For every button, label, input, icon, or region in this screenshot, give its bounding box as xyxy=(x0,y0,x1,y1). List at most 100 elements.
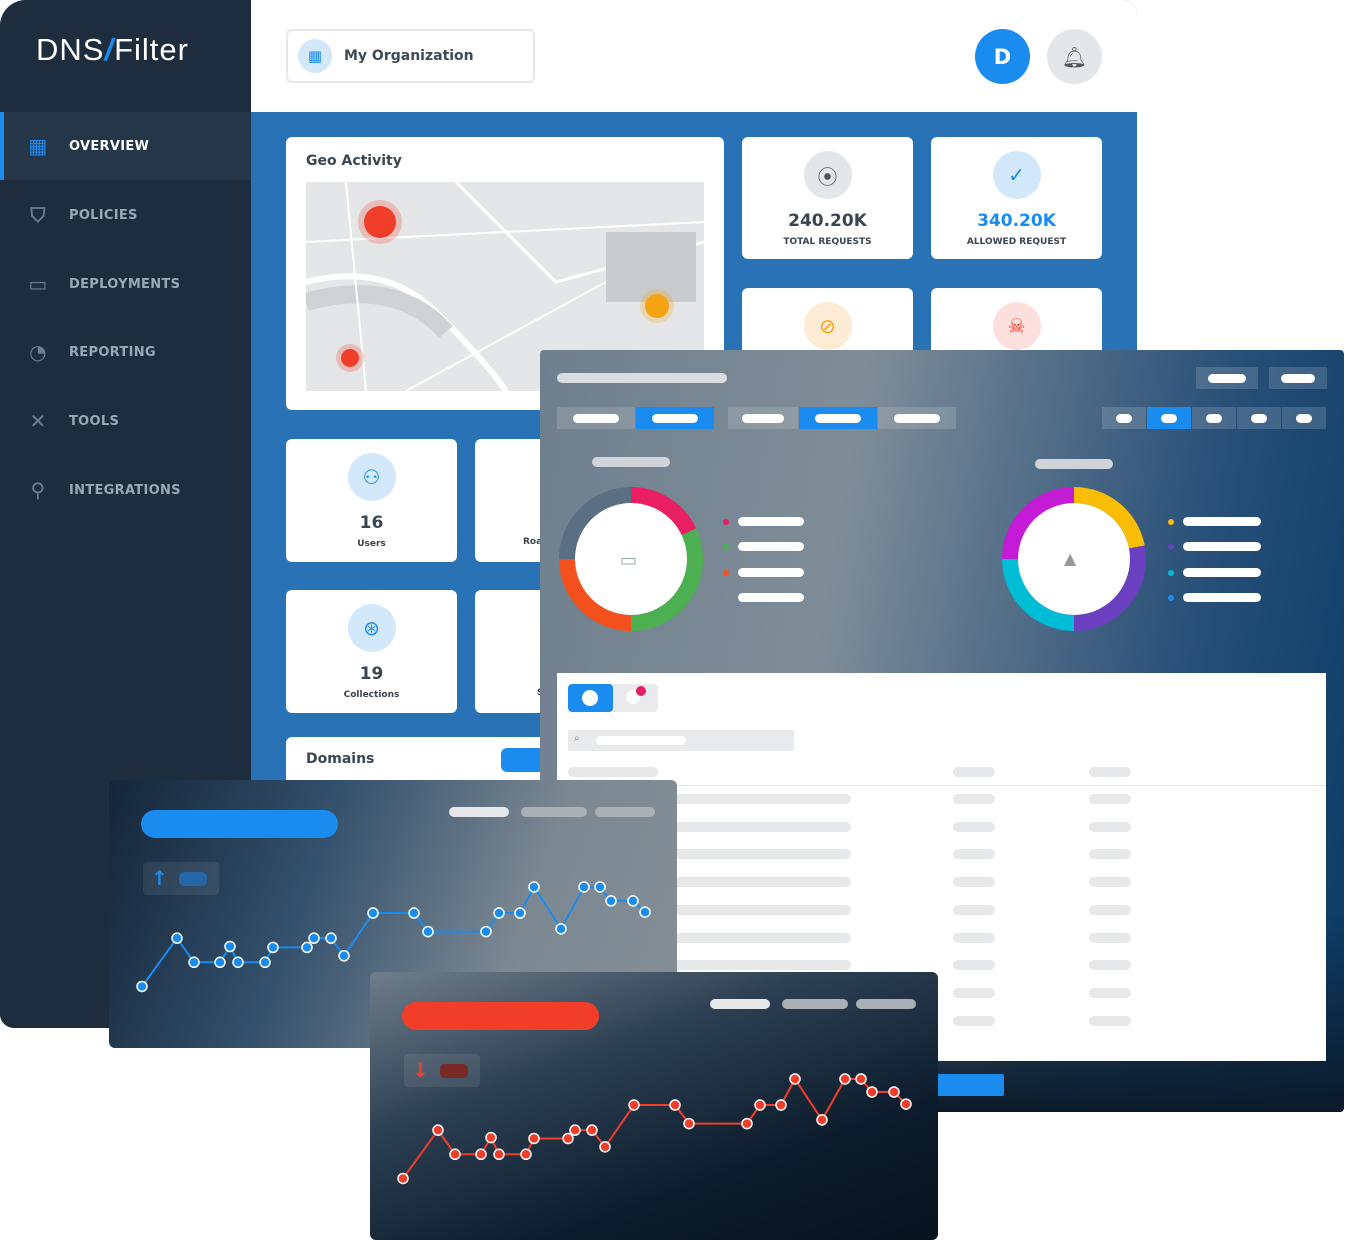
stat-card-allowed-request[interactable]: ✓ 340.20K ALLOWED REQUEST xyxy=(931,137,1102,259)
data-point[interactable] xyxy=(449,1148,461,1161)
data-point[interactable] xyxy=(520,1148,532,1161)
data-point[interactable] xyxy=(171,932,183,944)
data-point[interactable] xyxy=(325,932,337,944)
table-cell-placeholder xyxy=(1089,767,1131,777)
data-point[interactable] xyxy=(528,881,540,893)
hotspot-marker[interactable] xyxy=(364,206,396,238)
data-point[interactable] xyxy=(480,925,492,938)
tools-icon: ✕ xyxy=(29,409,47,433)
data-point[interactable] xyxy=(775,1099,787,1111)
data-point[interactable] xyxy=(605,895,617,907)
data-point[interactable] xyxy=(301,941,313,954)
data-point[interactable] xyxy=(555,923,567,935)
data-point[interactable] xyxy=(900,1098,912,1110)
data-point[interactable] xyxy=(669,1099,681,1111)
legend-item xyxy=(723,593,804,602)
data-point[interactable] xyxy=(267,941,279,954)
data-point[interactable] xyxy=(485,1131,497,1144)
table-cell-placeholder xyxy=(953,849,995,860)
shield-icon: ⛉ xyxy=(30,203,46,227)
sidebar-item-policies[interactable]: ⛉ POLICIES xyxy=(0,181,251,249)
data-point[interactable] xyxy=(432,1124,444,1136)
data-point[interactable] xyxy=(599,1141,611,1153)
sidebar-item-tools[interactable]: ✕ TOOLS xyxy=(0,387,251,455)
count-card-collections[interactable]: ⊛ 19 Collections xyxy=(286,590,457,713)
data-point[interactable] xyxy=(188,956,200,969)
data-point[interactable] xyxy=(475,1148,487,1161)
legend-item xyxy=(1168,517,1261,526)
sidebar-item-label: INTEGRATIONS xyxy=(69,482,181,498)
sidebar-item-label: OVERVIEW xyxy=(69,138,150,154)
data-point[interactable] xyxy=(683,1117,695,1130)
antenna-icon: ⦿ xyxy=(803,151,852,199)
data-point[interactable] xyxy=(627,895,639,907)
data-point[interactable] xyxy=(754,1099,766,1111)
org-selector[interactable]: ▦ My Organization xyxy=(286,29,535,83)
table-cell-placeholder xyxy=(1089,794,1131,804)
sidebar-item-overview[interactable]: ▦ OVERVIEW xyxy=(0,112,251,180)
data-point[interactable] xyxy=(888,1086,900,1098)
data-point[interactable] xyxy=(514,907,526,919)
data-point[interactable] xyxy=(308,932,320,944)
table-cell-placeholder xyxy=(1089,904,1131,915)
data-point[interactable] xyxy=(408,907,420,919)
sidebar-item-integrations[interactable]: ⚲ INTEGRATIONS xyxy=(0,456,251,524)
data-point[interactable] xyxy=(569,1124,581,1136)
data-point[interactable] xyxy=(741,1117,753,1130)
data-point[interactable] xyxy=(866,1086,878,1098)
data-point[interactable] xyxy=(789,1073,801,1085)
building-icon: ▦ xyxy=(298,39,332,73)
data-point[interactable] xyxy=(816,1114,828,1126)
data-point[interactable] xyxy=(586,1124,598,1136)
org-name: My Organization xyxy=(344,48,474,64)
card-title: Geo Activity xyxy=(306,153,402,169)
sidebar-item-reporting[interactable]: ◔ REPORTING xyxy=(0,318,251,386)
data-point[interactable] xyxy=(259,956,271,969)
data-point[interactable] xyxy=(578,881,590,893)
data-point[interactable] xyxy=(214,956,226,969)
data-point[interactable] xyxy=(562,1132,574,1145)
data-point[interactable] xyxy=(855,1073,867,1085)
table-cell-placeholder xyxy=(568,767,658,777)
legend-item xyxy=(723,568,804,577)
search-input[interactable]: ⌕ xyxy=(568,730,794,751)
table-cell-placeholder xyxy=(1089,987,1131,998)
data-point[interactable] xyxy=(628,1099,640,1111)
data-point[interactable] xyxy=(136,980,148,993)
sidebar-item-deployments[interactable]: ▭ DEPLOYMENTS xyxy=(0,250,251,318)
logo: DNS/Filter xyxy=(36,32,189,67)
data-point[interactable] xyxy=(839,1073,851,1085)
data-point[interactable] xyxy=(639,906,651,918)
data-point[interactable] xyxy=(397,1172,409,1185)
dashboard-icon: ▦ xyxy=(28,134,48,158)
requests-trend-down-card: ↓ xyxy=(370,972,938,1240)
legend-item xyxy=(1168,542,1261,551)
view-toggle[interactable] xyxy=(568,684,658,712)
table-cell-placeholder xyxy=(953,794,995,804)
data-point[interactable] xyxy=(594,881,606,893)
count-card-users[interactable]: ⚇ 16 Users xyxy=(286,439,457,562)
legend-item xyxy=(723,517,804,526)
stat-value: 340.20K xyxy=(977,211,1056,231)
data-point[interactable] xyxy=(232,956,244,969)
data-point[interactable] xyxy=(422,925,434,938)
count-label: Collections xyxy=(343,690,400,700)
data-point[interactable] xyxy=(338,950,350,962)
data-point[interactable] xyxy=(493,1148,505,1161)
data-point[interactable] xyxy=(493,907,505,919)
hotspot-marker[interactable] xyxy=(645,294,669,318)
table-cell-placeholder xyxy=(953,960,995,971)
pie-chart-icon: ◔ xyxy=(29,340,47,364)
data-point[interactable] xyxy=(224,940,236,953)
hotspot-marker[interactable] xyxy=(341,349,359,367)
stat-card-total-requests[interactable]: ⦿ 240.20K TOTAL REQUESTS xyxy=(742,137,913,259)
avatar[interactable]: D xyxy=(975,29,1030,84)
data-point[interactable] xyxy=(528,1132,540,1145)
shapes-icon: ▲ xyxy=(1064,549,1077,568)
table-cell-placeholder xyxy=(1089,849,1131,860)
table-cell-placeholder xyxy=(1089,1015,1131,1026)
data-point[interactable] xyxy=(367,907,379,919)
table-cell-placeholder xyxy=(953,877,995,888)
bell-icon[interactable]: 🔔︎ xyxy=(1047,29,1102,84)
table-cell-placeholder xyxy=(953,904,995,915)
